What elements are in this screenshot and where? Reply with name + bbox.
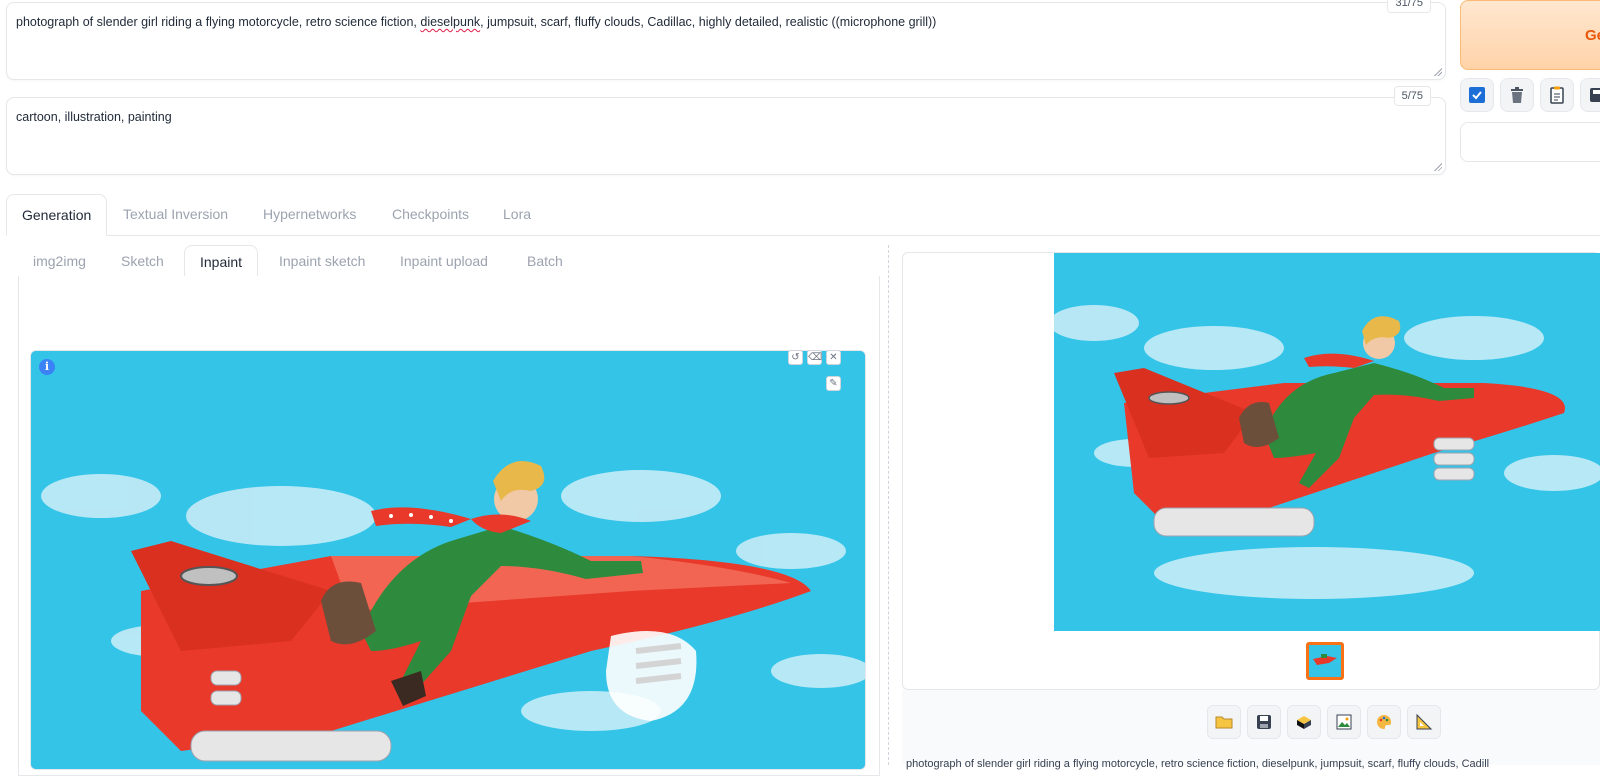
prompt-part: photograph of slender girl riding a flyi… xyxy=(16,15,421,29)
negative-prompt[interactable]: cartoon, illustration, painting 5/75 xyxy=(6,86,1446,175)
resize-handle[interactable] xyxy=(1433,162,1442,171)
palette-icon xyxy=(1377,714,1392,729)
save-button[interactable] xyxy=(1247,705,1281,739)
save-style-button[interactable] xyxy=(1580,78,1600,112)
misspelled-word: dieselpunk xyxy=(420,15,481,29)
send-to-img2img-button[interactable] xyxy=(1327,705,1361,739)
thumbnail-image xyxy=(1309,645,1341,677)
negative-prompt-text: cartoon, illustration, painting xyxy=(16,110,172,124)
close-button[interactable]: ✕ xyxy=(826,350,841,365)
styles-dropdown[interactable] xyxy=(1460,122,1600,162)
positive-token-counter: 31/75 xyxy=(1387,0,1431,13)
checkbox-icon xyxy=(1469,87,1485,103)
clipboard-button[interactable] xyxy=(1540,78,1574,112)
prompt-part: , jumpsuit, scarf, fluffy clouds, Cadill… xyxy=(480,15,937,29)
send-to-extras-button[interactable] xyxy=(1407,705,1441,739)
negative-token-counter: 5/75 xyxy=(1393,86,1431,106)
tab-batch[interactable]: Batch xyxy=(512,245,578,277)
zip-icon xyxy=(1297,716,1311,729)
generation-info: photograph of slender girl riding a flyi… xyxy=(906,758,1490,770)
canvas-image xyxy=(31,351,865,769)
erase-button[interactable]: ⌫ xyxy=(807,350,822,365)
save-style-icon xyxy=(1590,88,1600,102)
tab-textual-inversion[interactable]: Textual Inversion xyxy=(108,194,243,236)
tab-lora[interactable]: Lora xyxy=(488,194,546,236)
trash-button[interactable] xyxy=(1500,78,1534,112)
tab-hypernetworks[interactable]: Hypernetworks xyxy=(248,194,371,236)
positive-prompt-text: photograph of slender girl riding a flyi… xyxy=(16,15,936,29)
gallery-thumbnail[interactable] xyxy=(1306,642,1344,680)
tab-img2img[interactable]: img2img xyxy=(18,245,101,277)
tab-sketch[interactable]: Sketch xyxy=(106,245,179,277)
undo-button[interactable]: ↺ xyxy=(788,350,803,365)
tab-inpaint-upload[interactable]: Inpaint upload xyxy=(385,245,503,277)
zip-button[interactable] xyxy=(1287,705,1321,739)
brush-button[interactable]: ✎ xyxy=(826,376,841,391)
ruler-icon xyxy=(1416,713,1433,730)
output-image[interactable] xyxy=(1054,253,1600,631)
main-tabs: Generation Textual Inversion Hypernetwor… xyxy=(6,194,1600,236)
info-icon[interactable]: i xyxy=(39,359,55,375)
image-icon xyxy=(1336,714,1352,730)
send-to-inpaint-button[interactable] xyxy=(1367,705,1401,739)
img2img-tabs: img2img Sketch Inpaint Inpaint sketch In… xyxy=(18,245,880,277)
generated-image xyxy=(1054,253,1600,631)
clipboard-icon xyxy=(1550,86,1564,104)
generate-label: Ge xyxy=(1585,27,1600,44)
checkbox-button[interactable] xyxy=(1460,78,1494,112)
tab-inpaint-sketch[interactable]: Inpaint sketch xyxy=(264,245,380,277)
column-divider xyxy=(888,245,889,765)
positive-prompt[interactable]: photograph of slender girl riding a flyi… xyxy=(6,0,1446,80)
inpaint-canvas[interactable] xyxy=(30,350,866,770)
save-icon xyxy=(1257,715,1271,729)
resize-handle[interactable] xyxy=(1433,67,1442,76)
generate-button[interactable]: Ge xyxy=(1460,0,1600,70)
tab-inpaint[interactable]: Inpaint xyxy=(184,245,259,277)
open-folder-button[interactable] xyxy=(1207,705,1241,739)
folder-icon xyxy=(1215,716,1233,729)
tab-checkpoints[interactable]: Checkpoints xyxy=(377,194,484,236)
trash-icon xyxy=(1511,87,1523,103)
tab-generation[interactable]: Generation xyxy=(6,194,108,236)
